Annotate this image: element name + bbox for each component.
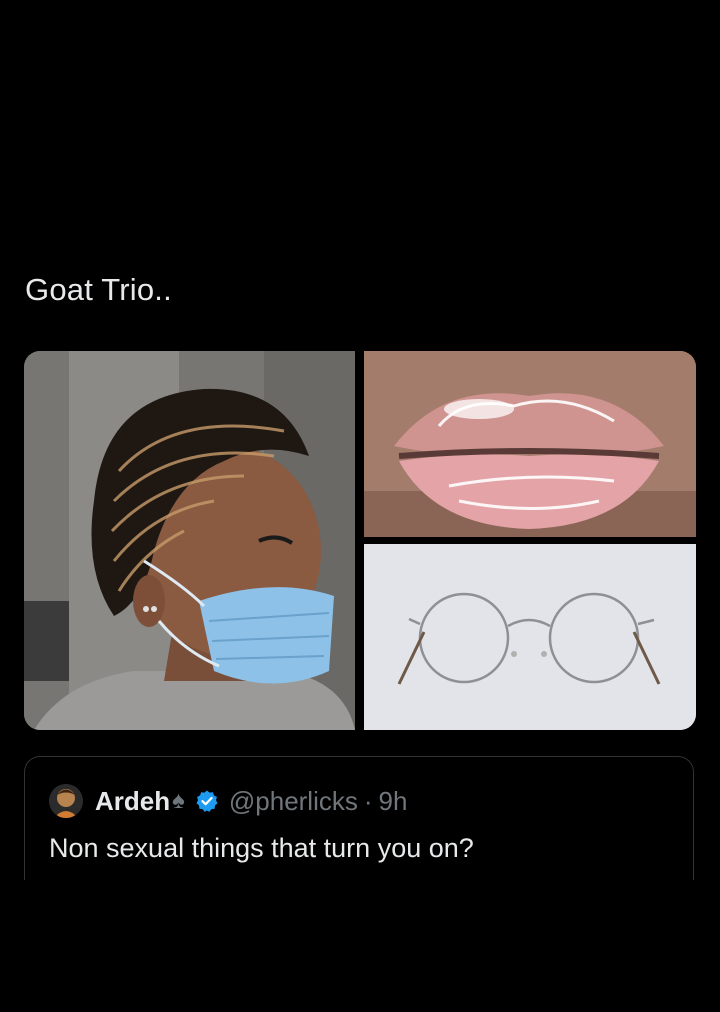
- quoted-tweet-card[interactable]: Ardeh ♠ @pherlicks · 9h Non sexual thing…: [24, 756, 694, 880]
- round-eyeglasses-image: [364, 544, 696, 730]
- glossy-lips-image: [364, 351, 696, 537]
- spade-emoji-icon: ♠: [172, 787, 185, 814]
- verified-badge-icon: [196, 790, 218, 812]
- tweet-text: Goat Trio..: [25, 272, 172, 307]
- handle[interactable]: @pherlicks: [229, 786, 358, 817]
- quoted-tweet-text: Non sexual things that turn you on?: [49, 833, 474, 863]
- avatar-image: [49, 784, 83, 818]
- media-image-lips[interactable]: [364, 351, 696, 537]
- quoted-tweet-header: Ardeh ♠ @pherlicks · 9h: [49, 781, 407, 821]
- avatar[interactable]: [49, 784, 83, 818]
- separator-dot: ·: [363, 785, 373, 816]
- display-name[interactable]: Ardeh: [95, 786, 170, 817]
- media-grid: [24, 351, 696, 730]
- braided-hair-masked-person-image: [24, 351, 355, 730]
- media-image-glasses[interactable]: [364, 544, 696, 730]
- timestamp[interactable]: 9h: [379, 786, 408, 817]
- media-image-braids[interactable]: [24, 351, 355, 730]
